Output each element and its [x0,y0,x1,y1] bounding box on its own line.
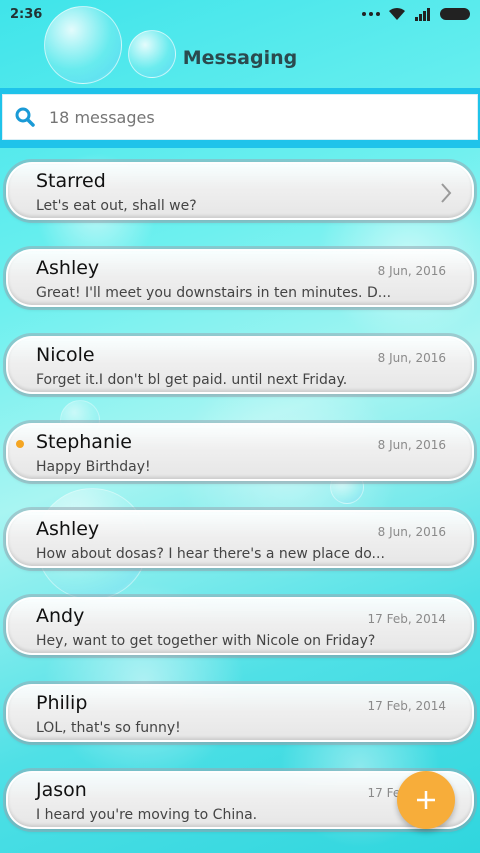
conversation-name: Ashley [36,518,100,540]
conversation-preview: I heard you're moving to China. [36,807,258,823]
chevron-right-icon [441,183,452,203]
conversation-date: 8 Jun, 2016 [377,264,446,278]
conversation-preview: Let's eat out, shall we? [36,198,197,214]
conversation-name: Andy [36,605,85,627]
search-icon [15,107,35,127]
status-time: 2:36 [10,6,43,22]
conversation-date: 17 Feb, 2014 [367,612,447,626]
page-title: Messaging [182,47,298,69]
more-dots-icon [362,12,380,16]
conversation-item[interactable]: Ashley 8 Jun, 2016 Great! I'll meet you … [6,249,474,307]
plus-icon [417,791,435,809]
conversation-item[interactable]: Philip 17 Feb, 2014 LOL, that's so funny… [6,684,474,742]
unread-indicator [16,440,24,448]
conversation-preview: Forget it.I don't bl get paid. until nex… [36,372,348,388]
status-icons [362,7,470,21]
wifi-icon [389,7,405,20]
battery-icon [440,8,470,20]
conversation-date: 8 Jun, 2016 [377,525,446,539]
status-bar: 2:36 [0,0,480,28]
conversation-item[interactable]: Nicole 8 Jun, 2016 Forget it.I don't bl … [6,336,474,394]
conversation-name: Stephanie [36,431,132,453]
conversation-name: Jason [36,779,87,801]
conversation-item[interactable]: Stephanie 8 Jun, 2016 Happy Birthday! [6,423,474,481]
conversation-preview: Hey, want to get together with Nicole on… [36,633,376,649]
conversation-preview: LOL, that's so funny! [36,720,181,736]
conversation-preview: Happy Birthday! [36,459,151,475]
conversation-name: Nicole [36,344,95,366]
search-box[interactable] [2,94,478,140]
conversation-name: Philip [36,692,88,714]
search-bar [0,88,480,148]
new-message-button[interactable] [397,771,455,829]
conversation-date: 8 Jun, 2016 [377,438,446,452]
app-header: Messaging [0,40,480,76]
conversation-name: Starred [36,170,106,192]
conversation-date: 17 Feb, 2014 [367,699,447,713]
conversation-item-starred[interactable]: Starred Let's eat out, shall we? [6,162,474,220]
conversation-preview: How about dosas? I hear there's a new pl… [36,546,385,562]
conversation-date: 8 Jun, 2016 [377,351,446,365]
conversation-name: Ashley [36,257,100,279]
search-input[interactable] [49,107,465,127]
conversation-item[interactable]: Andy 17 Feb, 2014 Hey, want to get toget… [6,597,474,655]
conversation-item[interactable]: Ashley 8 Jun, 2016 How about dosas? I he… [6,510,474,568]
signal-icon [415,8,430,21]
conversation-preview: Great! I'll meet you downstairs in ten m… [36,285,392,301]
